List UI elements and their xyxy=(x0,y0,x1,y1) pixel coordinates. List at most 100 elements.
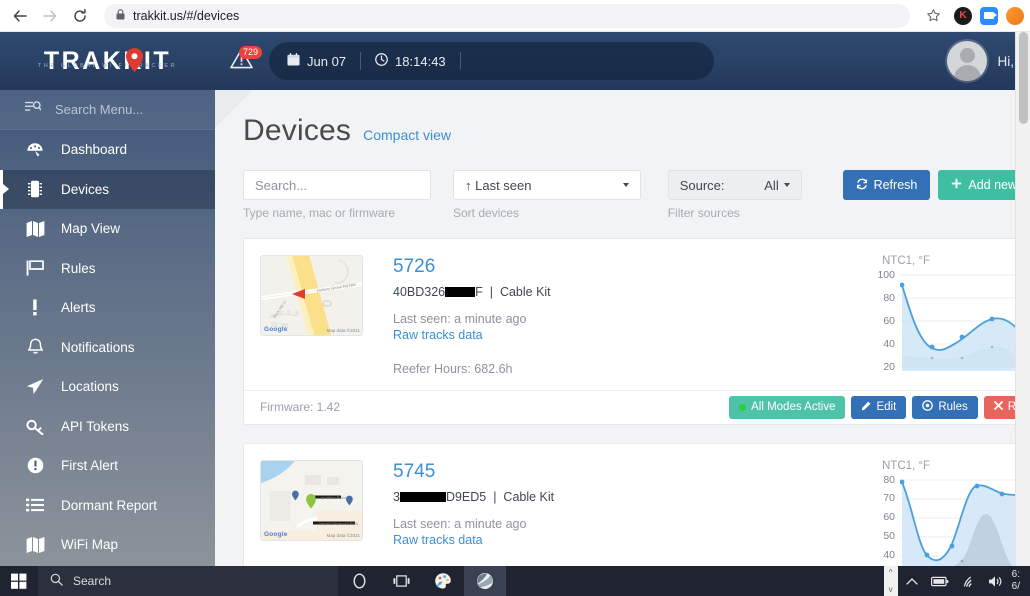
chart-plot-area xyxy=(900,476,1030,566)
add-label: Add new xyxy=(968,178,1018,192)
browser-app-icon[interactable] xyxy=(464,566,506,596)
sidebar-item-first-alert[interactable]: First Alert xyxy=(0,446,215,486)
reload-icon[interactable] xyxy=(66,2,94,30)
key-icon xyxy=(25,418,45,435)
device-mac-suffix: F xyxy=(475,284,483,299)
main-content: Devices Compact view 1 2 3 › Last (14) 2… xyxy=(215,90,1030,566)
refresh-label: Refresh xyxy=(873,178,918,192)
sidebar-item-locations[interactable]: Locations xyxy=(0,367,215,407)
time-display[interactable]: 18:14:43 xyxy=(375,53,446,69)
scrollbar-thumb[interactable] xyxy=(1019,32,1028,124)
menu-search-input[interactable]: Search Menu... xyxy=(0,90,215,130)
sidebar-item-dormant-report[interactable]: Dormant Report xyxy=(0,486,215,526)
battery-icon[interactable] xyxy=(926,566,954,596)
volume-icon[interactable] xyxy=(982,566,1010,596)
taskbar-search-box[interactable]: Search xyxy=(38,566,338,596)
device-card[interactable]: quarters Palm... empire Memorial Park Go… xyxy=(243,442,1030,566)
chevron-down-icon xyxy=(783,183,790,187)
sidebar-item-label: API Tokens xyxy=(61,418,130,434)
back-icon[interactable] xyxy=(6,2,34,30)
device-map-thumbnail[interactable]: Hickory Grove Rd NW Black Hills Dr Googl… xyxy=(260,255,363,336)
sidebar-item-label: Rules xyxy=(61,260,96,276)
device-chart: NTC1, °F 80 70 60 50 40 30 xyxy=(872,460,1030,566)
paint-app-icon[interactable] xyxy=(422,566,464,596)
chevron-up-icon: ^ xyxy=(888,568,893,577)
device-last-seen: Last seen: a minute ago xyxy=(393,516,527,531)
browser-toolbar: trakkit.us/#/devices K xyxy=(0,0,1030,32)
device-kit: Cable Kit xyxy=(503,489,555,504)
search-control: Search... Type name, mac or firmware xyxy=(243,170,431,220)
star-icon[interactable] xyxy=(920,3,946,29)
kaspersky-extension-icon[interactable]: K xyxy=(954,6,972,25)
bell-icon xyxy=(25,338,45,356)
sidebar-item-map-view[interactable]: Map View xyxy=(0,209,215,249)
rules-button[interactable]: Rules xyxy=(912,395,978,419)
avatar-body xyxy=(953,65,981,81)
brand-logo[interactable]: TRAKKIT THE GLOBAL WI-FI TRACKER xyxy=(0,47,215,76)
exclamation-circle-icon xyxy=(25,457,45,474)
mac-separator: | xyxy=(489,489,500,504)
device-name[interactable]: 5745 xyxy=(393,460,872,484)
datetime-bar: Jun 07 18:14:43 xyxy=(269,42,714,80)
source-value: All xyxy=(764,177,779,193)
search-input[interactable]: Search... xyxy=(243,170,431,200)
chart-title: NTC1, °F xyxy=(882,255,931,267)
sidebar-item-dashboard[interactable]: Dashboard xyxy=(0,130,215,170)
device-mac-row: 40BD326 F | Cable Kit xyxy=(393,285,872,299)
edit-button[interactable]: Edit xyxy=(851,395,907,419)
device-name[interactable]: 5726 xyxy=(393,255,872,279)
device-actions: All Modes Active Edit Rules xyxy=(729,395,1030,419)
map-fold-icon xyxy=(25,536,45,554)
wifi-icon[interactable] xyxy=(954,566,982,596)
status-dot-icon xyxy=(739,403,747,411)
avatar[interactable] xyxy=(947,41,988,81)
map-fold-icon xyxy=(25,220,45,238)
all-modes-active-button[interactable]: All Modes Active xyxy=(729,395,846,419)
page-scrollbar[interactable] xyxy=(1015,32,1030,566)
taskbar-clock[interactable]: 6: 6/ xyxy=(1010,569,1026,594)
sidebar-item-rules[interactable]: Rules xyxy=(0,249,215,289)
raw-tracks-link[interactable]: Raw tracks data xyxy=(393,328,872,342)
refresh-button[interactable]: Refresh xyxy=(842,170,931,200)
taskbar-scroll-arrows[interactable]: ^ v xyxy=(883,566,898,596)
address-bar[interactable]: trakkit.us/#/devices xyxy=(104,3,910,28)
sidebar-item-label: Notifications xyxy=(61,339,135,355)
page-header: Devices Compact view xyxy=(243,114,1030,148)
date-display[interactable]: Jun 07 xyxy=(287,53,346,69)
logo-text: TRAKKIT xyxy=(43,46,172,75)
paper-plane-icon xyxy=(25,378,45,395)
device-map-thumbnail[interactable]: quarters Palm... empire Memorial Park Go… xyxy=(260,459,363,541)
clock-date: 6/ xyxy=(1011,581,1020,592)
sidebar-item-wifi-map[interactable]: WiFi Map xyxy=(0,525,215,565)
y-tick: 70 xyxy=(883,491,895,504)
sidebar-item-alerts[interactable]: Alerts xyxy=(0,288,215,328)
cortana-circle-icon[interactable] xyxy=(338,566,380,596)
y-tick: 100 xyxy=(877,269,895,281)
forward-icon[interactable] xyxy=(36,2,64,30)
source-filter[interactable]: Source: All xyxy=(667,170,802,200)
alerts-indicator[interactable]: 729 xyxy=(221,46,262,74)
chart-y-axis: 100 80 60 40 20 xyxy=(872,269,898,373)
device-card[interactable]: Hickory Grove Rd NW Black Hills Dr Googl… xyxy=(243,238,1030,425)
zoom-extension-icon[interactable] xyxy=(980,6,998,25)
sidebar-item-notifications[interactable]: Notifications xyxy=(0,328,215,368)
edit-label: Edit xyxy=(876,401,897,414)
calendar-icon xyxy=(287,53,300,69)
sidebar-item-devices[interactable]: Devices xyxy=(0,169,215,209)
sidebar-item-label: Devices xyxy=(61,181,110,197)
honey-extension-icon[interactable] xyxy=(1006,6,1024,25)
windows-start-icon[interactable] xyxy=(0,566,38,596)
sidebar-item-api-tokens[interactable]: API Tokens xyxy=(0,407,215,447)
google-logo: Google xyxy=(264,326,288,333)
sidebar-item-label: Dormant Report xyxy=(61,497,158,513)
chevron-up-icon[interactable] xyxy=(898,566,926,596)
raw-tracks-link[interactable]: Raw tracks data xyxy=(393,533,872,547)
x-icon xyxy=(993,401,1003,413)
sort-value: ↑ Last seen xyxy=(465,177,532,193)
sidebar-item-label: WiFi Map xyxy=(61,537,118,553)
chart-y-axis: 80 70 60 50 40 30 xyxy=(872,474,898,566)
chevron-down-icon: v xyxy=(888,585,893,594)
sort-select[interactable]: ↑ Last seen xyxy=(453,170,641,200)
task-view-icon[interactable] xyxy=(380,566,422,596)
compact-view-link[interactable]: Compact view xyxy=(363,127,451,143)
